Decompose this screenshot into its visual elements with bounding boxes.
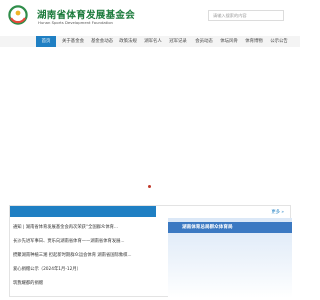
nav-item-policy[interactable]: 政策法规 <box>117 36 139 47</box>
news-item[interactable]: 通知 | 湖南省体育发展基金会再次荣获“全国群众体育... <box>13 221 159 235</box>
news-item[interactable]: 长沙先进军事日、贾乐向湖南省体育——湖南省体育发展... <box>13 235 159 249</box>
nav-item-records[interactable]: 冠军记录 <box>167 36 189 47</box>
news-item[interactable]: 筑我耀都的捐赠 <box>13 277 159 291</box>
photo-panel: 更多 » 湖南体育总局群众体育局 <box>168 206 292 298</box>
nav-item-foundation-news[interactable]: 基金会动态 <box>89 36 115 47</box>
nav-item-notices[interactable]: 公示公告 <box>268 36 290 47</box>
nav-item-museum[interactable]: 体育博物 <box>243 36 265 47</box>
site-header: 湖南省体育发展基金会 Hunan Sports Development Foun… <box>0 0 300 30</box>
carousel-dot[interactable] <box>148 185 151 188</box>
nav-item-home[interactable]: 首页 <box>36 36 56 47</box>
news-header-bar <box>10 206 156 217</box>
news-item[interactable]: 爱心捐赠公示（2024年1月-12月） <box>13 263 159 277</box>
banner-area <box>0 52 300 196</box>
nav-item-celebrities[interactable]: 湖军名人 <box>142 36 164 47</box>
nav-item-about[interactable]: 关于基金会 <box>60 36 86 47</box>
main-nav: 首页 关于基金会 基金会动态 政策法规 湖军名人 冠军记录 会员动态 体坛风骨 … <box>0 36 300 47</box>
site-subtitle: Hunan Sports Development Foundation <box>38 20 113 25</box>
search-input[interactable]: 请输入搜索的内容 <box>208 10 284 21</box>
news-photo[interactable]: 湖南体育总局群众体育局 <box>168 218 292 298</box>
content-section: 通知 | 湖南省体育发展基金会再次荣获“全国群众体育... 长沙先进军事日、贾乐… <box>9 205 292 298</box>
news-item[interactable]: 攒聚湖南种植三湘 担起新时期群众运会体育 湖南省国际象棋... <box>13 249 159 263</box>
nav-item-member-news[interactable]: 会员动态 <box>193 36 215 47</box>
news-list: 通知 | 湖南省体育发展基金会再次荣获“全国群众体育... 长沙先进军事日、贾乐… <box>13 221 159 291</box>
site-title: 湖南省体育发展基金会 <box>37 10 136 21</box>
nav-item-sports-spirit[interactable]: 体坛风骨 <box>218 36 240 47</box>
photo-caption: 湖南体育总局群众体育局 <box>182 225 233 230</box>
foundation-logo-icon <box>8 5 28 25</box>
more-link[interactable]: 更多 » <box>271 209 284 215</box>
